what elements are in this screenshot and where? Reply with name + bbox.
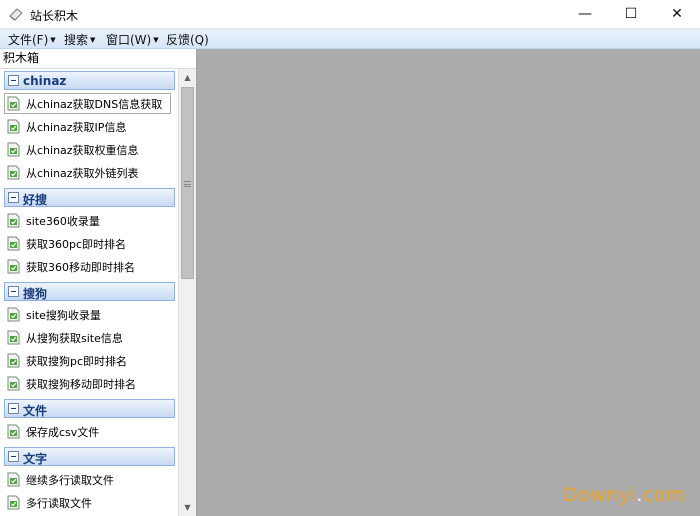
list-item-ip[interactable]: 从chinaz获取IP信息	[4, 116, 175, 137]
watermark: Downyi.com	[563, 484, 685, 506]
group-header-haosou[interactable]: 好搜	[4, 188, 175, 207]
script-file-icon	[7, 142, 20, 157]
group-label: 搜狗	[23, 287, 48, 301]
script-file-icon	[7, 165, 20, 180]
dropdown-arrow-icon: ▼	[90, 36, 96, 44]
minimize-button[interactable]: —	[562, 0, 608, 29]
maximize-button[interactable]: ☐	[608, 0, 654, 29]
group-header-file[interactable]: 文件	[4, 399, 175, 418]
script-file-icon	[7, 330, 20, 345]
list-item-site360[interactable]: site360收录量	[4, 210, 175, 231]
eraser-icon	[9, 8, 23, 21]
script-file-icon	[7, 424, 20, 439]
item-label: 从chinaz获取DNS信息获取	[26, 98, 163, 111]
script-file-icon	[7, 307, 20, 322]
window-title: 站长积木	[30, 9, 79, 23]
menu-search-label: 搜索	[64, 33, 89, 47]
list-item-360mobile[interactable]: 获取360移动即时排名	[4, 256, 175, 277]
item-label: 从chinaz获取外链列表	[26, 167, 139, 180]
toolbox-list: chinaz 从chinaz获取DNS信息获取 从chinaz获取IP信息 从c…	[0, 69, 178, 516]
close-icon: ✕	[671, 6, 683, 22]
script-file-icon	[7, 376, 20, 391]
dropdown-arrow-icon: ▼	[50, 36, 56, 44]
item-label: 获取搜狗pc即时排名	[26, 355, 128, 368]
minimize-icon: —	[578, 6, 592, 22]
collapse-icon[interactable]	[8, 286, 19, 297]
script-file-icon	[7, 96, 20, 111]
collapse-icon[interactable]	[8, 192, 19, 203]
list-item-backlinks[interactable]: 从chinaz获取外链列表	[4, 162, 175, 183]
list-item-sogou-site-info[interactable]: 从搜狗获取site信息	[4, 327, 175, 348]
item-label: 从chinaz获取IP信息	[26, 121, 127, 134]
group-label: 文字	[23, 452, 48, 466]
group-header-sogou[interactable]: 搜狗	[4, 282, 175, 301]
list-item-site-sogou[interactable]: site搜狗收录量	[4, 304, 175, 325]
item-label: 多行读取文件	[26, 497, 92, 510]
menu-window[interactable]: 窗口(W) ▼	[106, 31, 159, 48]
panel-title: 积木箱	[0, 49, 196, 69]
script-file-icon	[7, 119, 20, 134]
item-label: 从搜狗获取site信息	[26, 332, 123, 345]
group-label: 文件	[23, 404, 48, 418]
list-item-dns[interactable]: 从chinaz获取DNS信息获取	[4, 93, 175, 114]
list-item-sogou-mobile[interactable]: 获取搜狗移动即时排名	[4, 373, 175, 394]
group-label: 好搜	[23, 193, 48, 207]
title-bar: 站长积木 — ☐ ✕	[0, 0, 700, 29]
group-header-text[interactable]: 文字	[4, 447, 175, 466]
menu-file[interactable]: 文件(F) ▼	[8, 31, 56, 48]
list-item-sogou-pc[interactable]: 获取搜狗pc即时排名	[4, 350, 175, 371]
list-item-multiline-read[interactable]: 多行读取文件	[4, 492, 175, 513]
item-label: site搜狗收录量	[26, 309, 101, 322]
list-item-continue-read[interactable]: 继续多行读取文件	[4, 469, 175, 490]
item-label: 保存成csv文件	[26, 426, 100, 439]
group-header-chinaz[interactable]: chinaz	[4, 71, 175, 90]
script-file-icon	[7, 353, 20, 368]
list-item-weight[interactable]: 从chinaz获取权重信息	[4, 139, 175, 160]
script-file-icon	[7, 259, 20, 274]
list-item-360pc[interactable]: 获取360pc即时排名	[4, 233, 175, 254]
toolbox-panel: 积木箱 chinaz 从chinaz获取DNS信息获取 从chinaz获取IP信…	[0, 49, 197, 516]
script-file-icon	[7, 236, 20, 251]
collapse-icon[interactable]	[8, 75, 19, 86]
collapse-icon[interactable]	[8, 451, 19, 462]
script-file-icon	[7, 213, 20, 228]
watermark-tld: com	[642, 484, 685, 506]
maximize-icon: ☐	[624, 6, 638, 22]
menu-bar: 文件(F) ▼ 搜索 ▼ 窗口(W) ▼ 反馈(Q)	[0, 29, 700, 49]
menu-feedback-label: 反馈(Q)	[166, 33, 209, 47]
script-file-icon	[7, 495, 20, 510]
script-file-icon	[7, 472, 20, 487]
list-item-save-csv[interactable]: 保存成csv文件	[4, 421, 175, 442]
item-label: site360收录量	[26, 215, 100, 228]
menu-window-label: 窗口(W)	[106, 33, 152, 47]
grip-icon	[184, 181, 191, 187]
group-label: chinaz	[23, 74, 67, 88]
scroll-thumb[interactable]	[181, 87, 194, 279]
watermark-main: Downyi	[563, 484, 637, 506]
item-label: 获取360移动即时排名	[26, 261, 135, 274]
menu-search[interactable]: 搜索 ▼	[64, 31, 95, 48]
menu-file-label: 文件(F)	[8, 33, 49, 47]
vertical-scrollbar[interactable]: ▲ ▼	[178, 69, 196, 516]
item-label: 获取360pc即时排名	[26, 238, 127, 251]
workspace-area[interactable]: Downyi.com	[197, 49, 700, 516]
collapse-icon[interactable]	[8, 403, 19, 414]
close-button[interactable]: ✕	[654, 0, 700, 29]
item-label: 从chinaz获取权重信息	[26, 144, 139, 157]
menu-feedback[interactable]: 反馈(Q)	[166, 31, 209, 48]
item-label: 获取搜狗移动即时排名	[26, 378, 136, 391]
dropdown-arrow-icon: ▼	[153, 36, 159, 44]
item-label: 继续多行读取文件	[26, 474, 114, 487]
scroll-down-arrow-icon[interactable]: ▼	[179, 499, 196, 516]
scroll-up-arrow-icon[interactable]: ▲	[179, 69, 196, 86]
